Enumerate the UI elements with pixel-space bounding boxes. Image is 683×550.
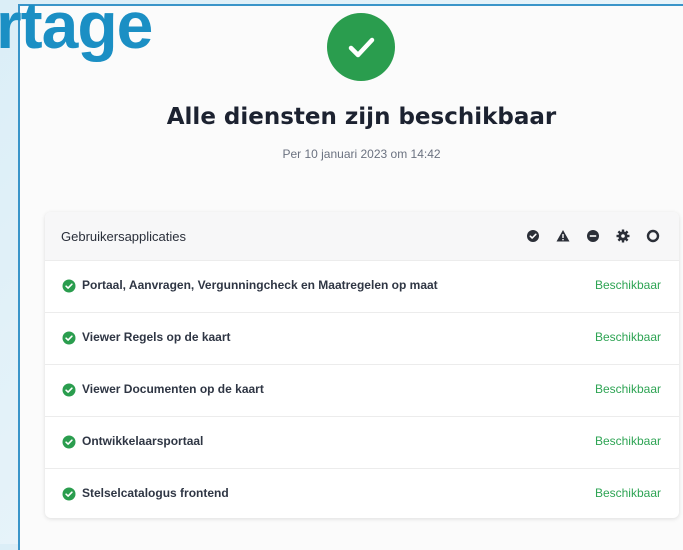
service-status: Beschikbaar xyxy=(594,278,661,292)
status-headline: Alle diensten zijn beschikbaar xyxy=(166,104,557,130)
service-status: Beschikbaar xyxy=(594,382,661,396)
service-row[interactable]: Ontwikkelaarsportaal Beschikbaar xyxy=(45,417,679,469)
check-circle-icon xyxy=(62,331,76,345)
card-title: Gebruikersapplicaties xyxy=(61,229,187,244)
service-name: Portaal, Aanvragen, Vergunningcheck en M… xyxy=(82,278,438,292)
check-circle-icon xyxy=(327,13,395,81)
service-name: Ontwikkelaarsportaal xyxy=(82,434,204,448)
service-row[interactable]: Viewer Documenten op de kaart Beschikbaa… xyxy=(45,365,679,417)
service-row[interactable]: Viewer Regels op de kaart Beschikbaar xyxy=(45,313,679,365)
card-header: Gebruikersapplicaties xyxy=(45,212,679,261)
circle-outline-icon xyxy=(645,228,661,244)
service-status: Beschikbaar xyxy=(594,434,661,448)
service-row[interactable]: Stelselcatalogus frontend Beschikbaar xyxy=(45,469,679,518)
check-circle-icon xyxy=(62,487,76,501)
check-circle-icon xyxy=(62,435,76,449)
service-name: Viewer Regels op de kaart xyxy=(82,330,231,344)
check-circle-icon xyxy=(525,228,541,244)
status-legend xyxy=(525,228,661,244)
service-name: Viewer Documenten op de kaart xyxy=(82,382,264,396)
services-card: Gebruikersapplicaties Portaal, Aanvragen… xyxy=(45,212,679,518)
check-circle-icon xyxy=(62,279,76,293)
gear-icon xyxy=(615,228,631,244)
service-row[interactable]: Portaal, Aanvragen, Vergunningcheck en M… xyxy=(45,261,679,313)
warning-triangle-icon xyxy=(555,228,571,244)
service-name: Stelselcatalogus frontend xyxy=(82,486,229,500)
background-partial-word: rtage xyxy=(0,0,153,62)
service-status: Beschikbaar xyxy=(594,486,661,500)
check-circle-icon xyxy=(62,383,76,397)
minus-circle-icon xyxy=(585,228,601,244)
status-timestamp: Per 10 januari 2023 om 14:42 xyxy=(282,147,441,161)
service-status: Beschikbaar xyxy=(594,330,661,344)
